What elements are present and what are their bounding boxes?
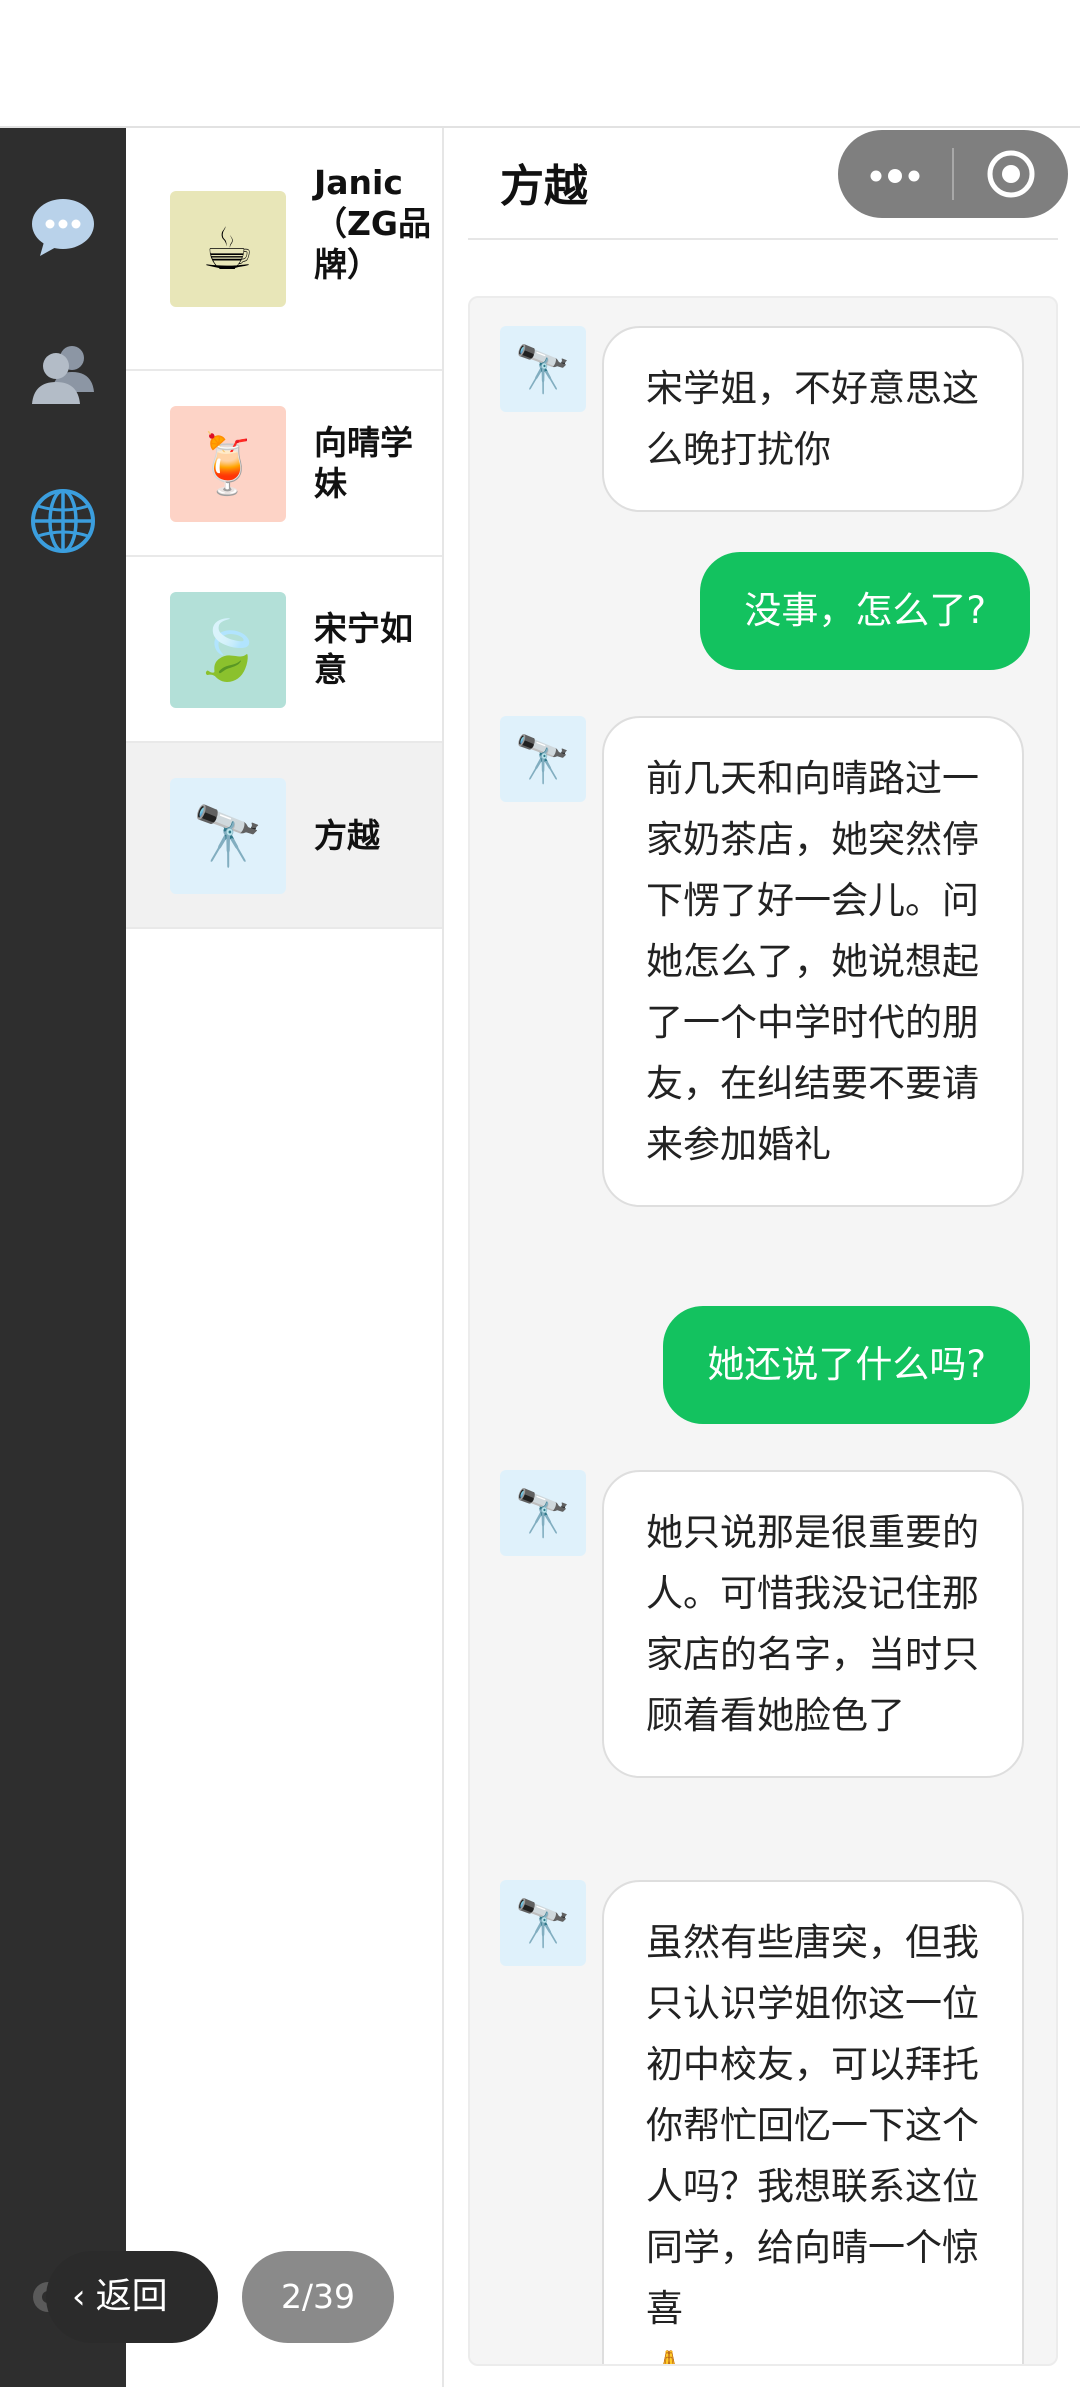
message-bubble-incoming: 她只说那是很重要的人。可惜我没记住那家店的名字，当时只顾着看她脸色了 <box>602 1470 1024 1778</box>
contacts-icon[interactable] <box>30 340 96 406</box>
contact-item-fangyue[interactable]: 🔭 方越 <box>126 743 442 929</box>
more-dots-icon[interactable] <box>838 130 952 218</box>
chevron-left-icon: ‹ <box>72 2277 86 2317</box>
mini-program-capsule <box>838 130 1068 218</box>
sender-avatar: 🔭 <box>500 326 586 412</box>
contact-name: 宋宁如意 <box>314 609 413 689</box>
page-indicator: 2/39 <box>242 2251 394 2343</box>
top-status-area <box>0 0 1080 128</box>
nav-rail <box>0 128 126 2387</box>
contact-item-songning[interactable]: 🍃 宋宁如意 <box>126 557 442 743</box>
message-bubble-incoming: 虽然有些唐突，但我只认识学姐你这一位初中校友，可以拜托你帮忙回忆一下这个人吗？我… <box>602 1880 1024 2364</box>
message-text: 虽然有些唐突，但我只认识学姐你这一位初中校友，可以拜托你帮忙回忆一下这个人吗？我… <box>646 1921 979 2330</box>
contact-avatar: 🔭 <box>170 778 286 894</box>
praying-hands-emoji: 🙏 <box>646 2348 692 2364</box>
close-target-icon[interactable] <box>954 130 1068 218</box>
message-bubble-outgoing: 她还说了什么吗? <box>663 1306 1030 1424</box>
contact-name: 方越 <box>314 816 380 855</box>
back-button[interactable]: ‹ 返回 <box>46 2251 218 2343</box>
contact-list: ☕ Janic（ZG品牌） 🍹 向晴学妹 🍃 宋宁如意 🔭 方越 <box>126 128 444 2387</box>
message-bubble-incoming: 前几天和向晴路过一家奶茶店，她突然停下愣了好一会儿。问她怎么了，她说想起了一个中… <box>602 716 1024 1207</box>
contact-item-janic[interactable]: ☕ Janic（ZG品牌） <box>126 128 442 371</box>
message-bubble-incoming: 宋学姐，不好意思这么晚打扰你 <box>602 326 1024 512</box>
chat-title: 方越 <box>500 161 588 212</box>
contact-avatar: ☕ <box>170 191 286 307</box>
sender-avatar: 🔭 <box>500 1470 586 1556</box>
contact-name: Janic（ZG品牌） <box>314 163 432 284</box>
message-list[interactable]: 🔭 宋学姐，不好意思这么晚打扰你 没事，怎么了? 🔭 前几天和向晴路过一家奶茶店… <box>468 296 1058 2366</box>
message-bubble-outgoing: 没事，怎么了? <box>700 552 1030 670</box>
chat-panel: 方越 🔭 宋学姐，不好意思这么晚打扰你 没事，怎么了? 🔭 前几天和向晴路过一家… <box>444 128 1080 2387</box>
chat-bubble-icon[interactable] <box>30 194 96 260</box>
sender-avatar: 🔭 <box>500 1880 586 1966</box>
contact-item-xiangqing[interactable]: 🍹 向晴学妹 <box>126 371 442 557</box>
sender-avatar: 🔭 <box>500 716 586 802</box>
contact-avatar: 🍃 <box>170 592 286 708</box>
globe-icon[interactable] <box>30 488 96 554</box>
back-label: 返回 <box>95 2276 168 2317</box>
chat-header: 方越 <box>468 128 1068 240</box>
contact-avatar: 🍹 <box>170 406 286 522</box>
contact-name: 向晴学妹 <box>314 423 413 503</box>
